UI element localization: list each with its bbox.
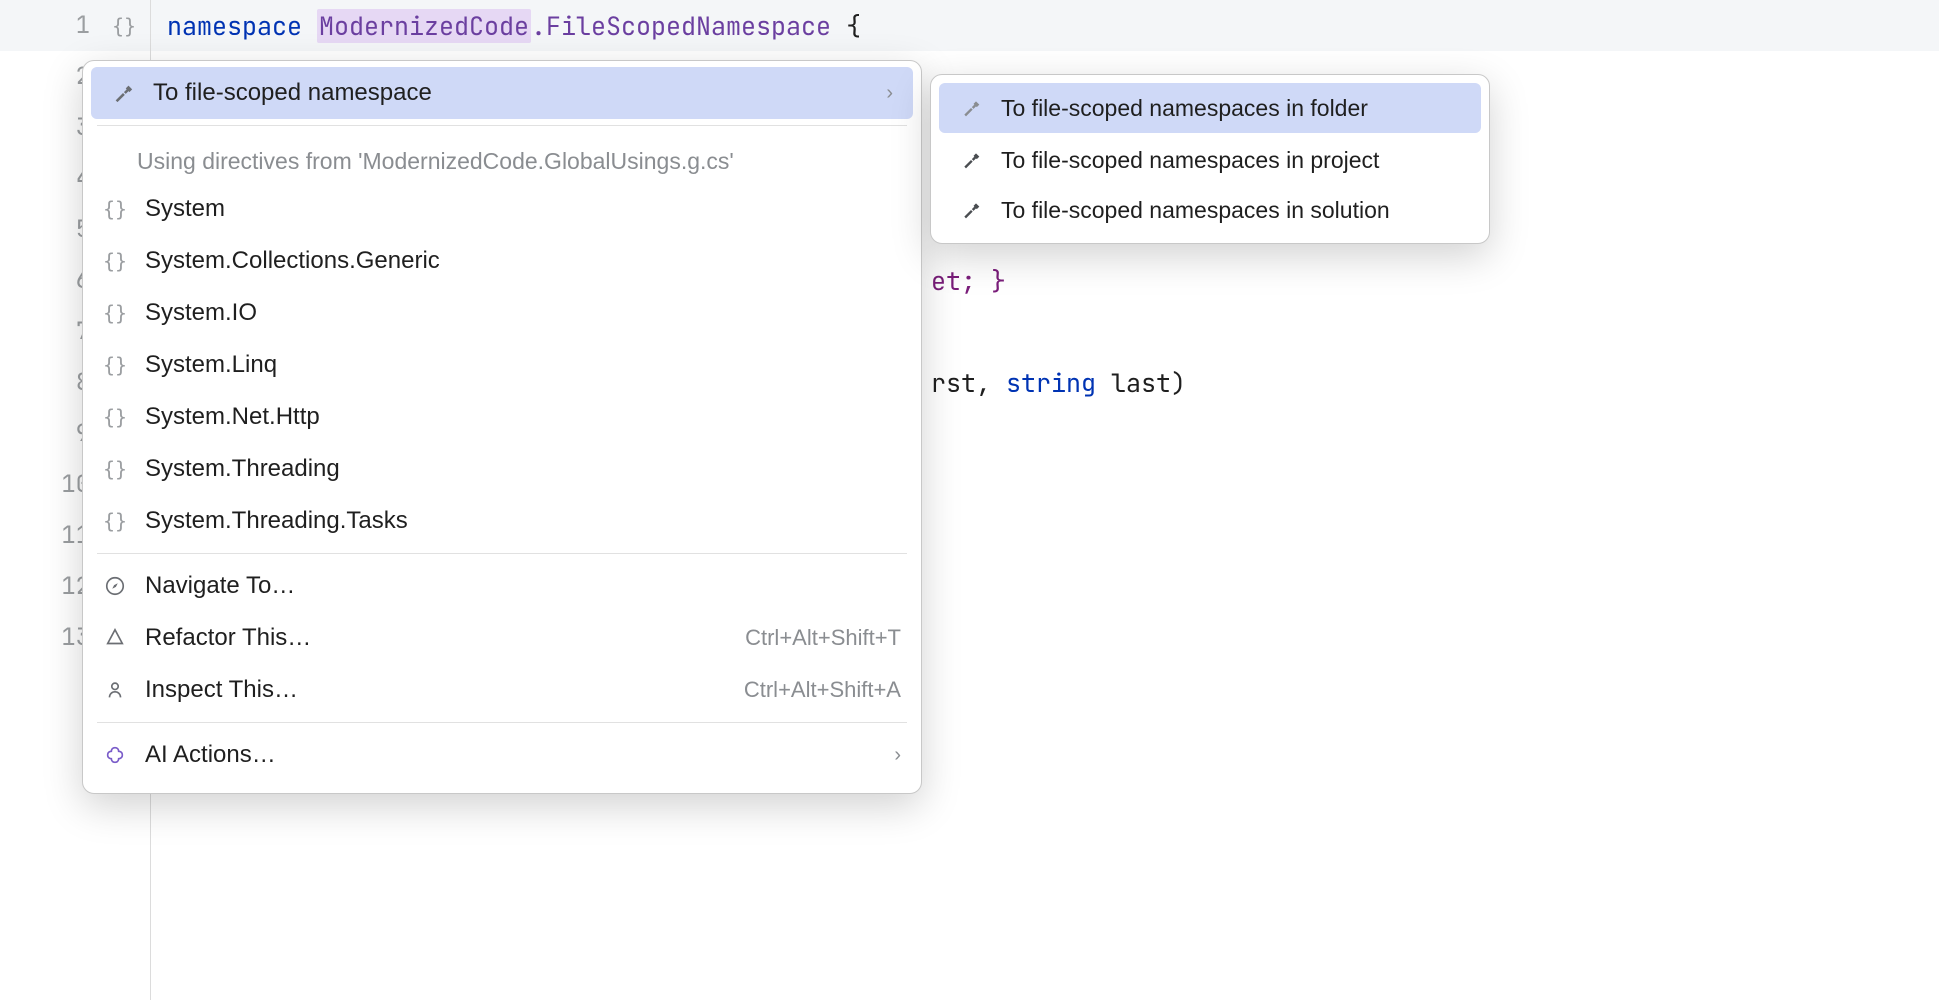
namespace-icon: {} [101,247,129,275]
code-line[interactable]: namespace ModernizedCode . FileScopedNam… [151,0,1939,51]
using-item[interactable]: {} System.Net.Http [83,391,921,443]
compass-icon [101,572,129,600]
submenu-popup: To file-scoped namespaces in folder To f… [930,74,1490,244]
action-label: Inspect This… [145,676,728,704]
action-label: To file-scoped namespace [153,79,870,107]
code-fragment: last) [1096,366,1186,400]
usings-header: Using directives from 'ModernizedCode.Gl… [83,132,921,183]
namespace-icon: {} [101,195,129,223]
namespace-part-highlighted: ModernizedCode [317,9,531,43]
refactor-icon [101,624,129,652]
shortcut-label: Ctrl+Alt+Shift+A [744,677,901,703]
separator [97,125,907,126]
namespace-icon: {} [101,351,129,379]
namespace-icon: {} [101,403,129,431]
action-label: To file-scoped namespaces in project [1001,147,1461,174]
gutter-row[interactable]: 1 {} [0,0,150,51]
context-actions-popup: To file-scoped namespace › Using directi… [82,60,922,794]
hammer-icon [957,146,985,174]
hammer-icon [957,94,985,122]
action-file-scoped-in-solution[interactable]: To file-scoped namespaces in solution [939,185,1481,235]
separator [97,553,907,554]
using-item[interactable]: {} System.Collections.Generic [83,235,921,287]
action-label: To file-scoped namespaces in solution [1001,197,1461,224]
open-brace: { [831,9,861,43]
using-label: System.Threading [145,455,901,483]
namespace-icon: {} [101,455,129,483]
shortcut-label: Ctrl+Alt+Shift+T [745,625,901,651]
inspect-this-action[interactable]: Inspect This… Ctrl+Alt+Shift+A [83,664,921,716]
keyword-namespace: namespace [167,9,317,43]
action-to-file-scoped-namespace[interactable]: To file-scoped namespace › [91,67,913,119]
action-label: AI Actions… [145,741,878,769]
separator [97,722,907,723]
using-item[interactable]: {} System.Linq [83,339,921,391]
namespace-icon: {} [110,14,138,38]
hammer-icon [109,79,137,107]
using-label: System.IO [145,299,901,327]
code-fragment: rst, [931,366,1006,400]
namespace-icon: {} [101,507,129,535]
action-file-scoped-in-project[interactable]: To file-scoped namespaces in project [939,135,1481,185]
namespace-part: FileScopedNamespace [546,9,831,43]
action-file-scoped-in-folder[interactable]: To file-scoped namespaces in folder [939,83,1481,133]
using-label: System.Threading.Tasks [145,507,901,535]
using-label: System.Linq [145,351,901,379]
chevron-right-icon: › [894,744,901,767]
using-label: System [145,195,901,223]
action-label: Navigate To… [145,572,901,600]
refactor-this-action[interactable]: Refactor This… Ctrl+Alt+Shift+T [83,612,921,664]
code-fragment: et; } [931,264,1006,298]
ai-actions[interactable]: AI Actions… › [83,729,921,781]
using-item[interactable]: {} System.Threading [83,443,921,495]
namespace-dot: . [531,9,546,43]
using-item[interactable]: {} System.Threading.Tasks [83,495,921,547]
code-editor: 1 {} 2 3 4 5 6 7 8 9 10 11 12 13 namespa… [0,0,1939,1000]
using-item[interactable]: {} System [83,183,921,235]
ai-icon [101,741,129,769]
chevron-right-icon: › [886,82,893,105]
keyword-type: string [1006,366,1096,400]
navigate-to-action[interactable]: Navigate To… [83,560,921,612]
using-item[interactable]: {} System.IO [83,287,921,339]
action-label: To file-scoped namespaces in folder [1001,95,1461,122]
hammer-icon [957,196,985,224]
line-number: 1 [0,10,110,41]
namespace-icon: {} [101,299,129,327]
using-label: System.Collections.Generic [145,247,901,275]
action-label: Refactor This… [145,624,729,652]
inspect-icon [101,676,129,704]
using-label: System.Net.Http [145,403,901,431]
